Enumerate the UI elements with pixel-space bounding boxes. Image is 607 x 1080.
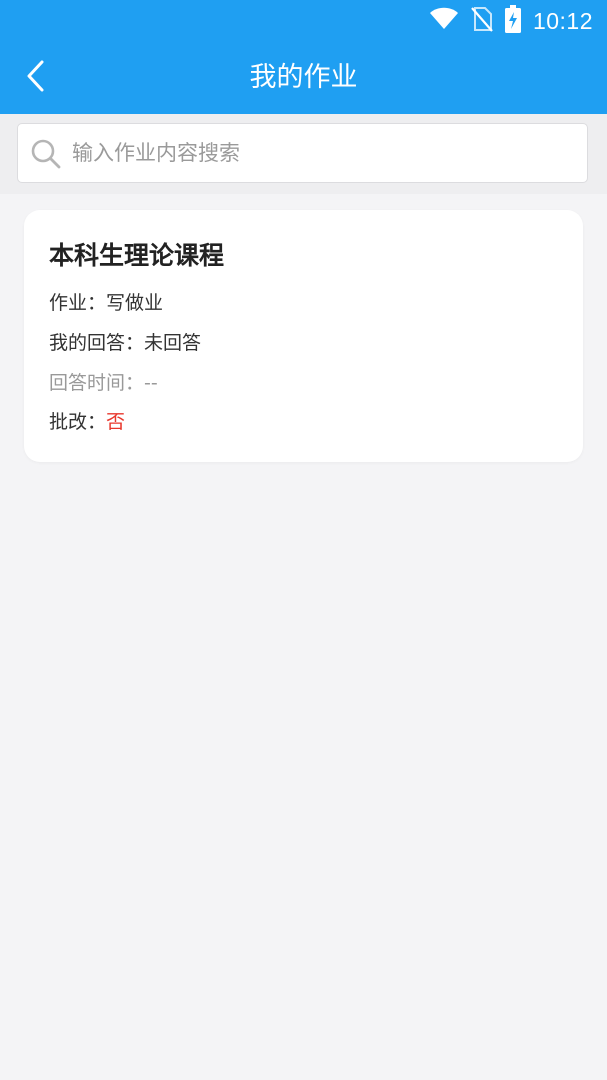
- chevron-left-icon: [25, 59, 47, 97]
- graded-value: 否: [106, 411, 126, 433]
- search-box[interactable]: [17, 123, 588, 183]
- nav-bar: 我的作业: [0, 42, 607, 114]
- homework-card[interactable]: 本科生理论课程 作业：写做业 我的回答：未回答 回答时间：-- 批改：否: [24, 210, 583, 462]
- answer-time-row: 回答时间：--: [49, 368, 158, 395]
- battery-charging-icon: [504, 5, 521, 37]
- search-icon: [30, 138, 62, 170]
- app-header: 10:12 我的作业: [0, 0, 607, 114]
- search-input[interactable]: [72, 124, 572, 182]
- page-title: 我的作业: [249, 62, 358, 93]
- assignment-label: 作业：: [49, 292, 107, 314]
- graded-row: 批改：否: [49, 407, 125, 434]
- status-bar: 10:12: [0, 0, 607, 42]
- assignment-value: 写做业: [106, 292, 164, 314]
- status-time: 10:12: [532, 7, 593, 34]
- wifi-icon: [429, 7, 459, 35]
- no-sim-icon: [471, 6, 493, 36]
- course-title: 本科生理论课程: [49, 241, 225, 270]
- answer-time-label: 回答时间：: [49, 372, 145, 394]
- search-area: [0, 114, 607, 194]
- answer-row: 我的回答：未回答: [49, 328, 201, 355]
- back-button[interactable]: [14, 56, 58, 100]
- answer-label: 我的回答：: [49, 332, 145, 354]
- graded-label: 批改：: [49, 411, 107, 433]
- status-icons: 10:12: [429, 5, 593, 37]
- answer-value: 未回答: [144, 332, 202, 354]
- assignment-row: 作业：写做业: [49, 288, 163, 315]
- answer-time-value: --: [144, 372, 158, 394]
